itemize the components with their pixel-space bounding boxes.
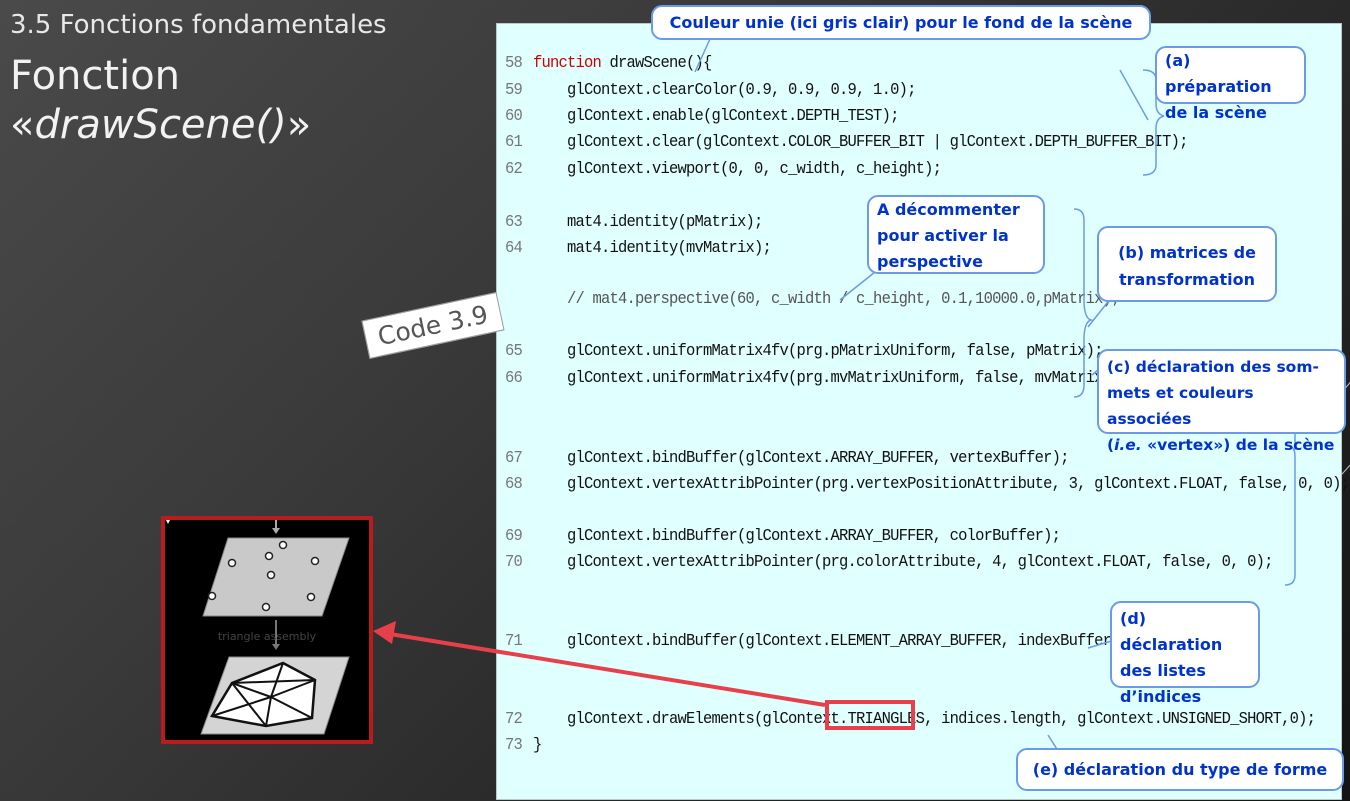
callout-a-preparation: (a) préparation de la scène: [1155, 46, 1306, 122]
red-arrow-head: [373, 621, 396, 644]
brace-c: [1284, 444, 1296, 586]
callout-e-shape-type: (e) déclaration du type de forme: [1016, 748, 1344, 791]
callout-b-matrices: (b) matrices de transformation: [1097, 226, 1277, 302]
callout-d-index-lists: (d) déclaration des listes d’indices: [1110, 601, 1260, 706]
pointer-background: [694, 38, 711, 73]
brace-b: [1073, 208, 1094, 398]
callout-c-vertex-declaration: (c) déclaration des som-mets et couleurs…: [1097, 349, 1346, 454]
pointer-a: [1119, 69, 1149, 121]
callout-uncomment-perspective: A décommenter pour activer la perspective: [867, 195, 1045, 274]
red-arrow-line: [389, 632, 826, 707]
callout-background-color: Couleur unie (ici gris clair) pour le fo…: [651, 5, 1151, 40]
